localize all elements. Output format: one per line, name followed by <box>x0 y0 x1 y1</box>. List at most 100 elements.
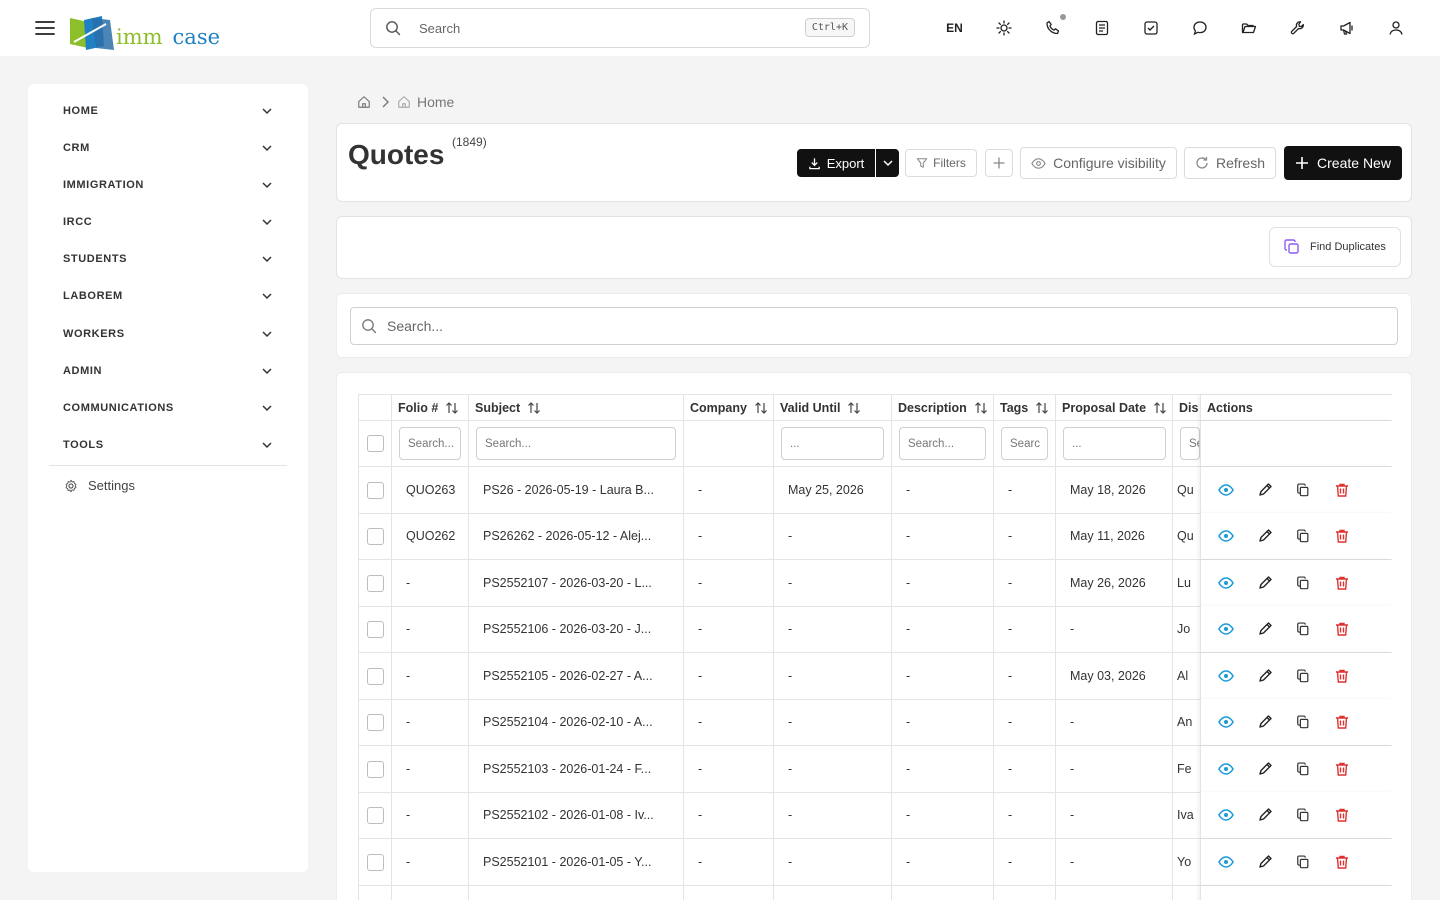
column-header-valid-until[interactable]: Valid Until <box>773 395 891 420</box>
tasks-button[interactable] <box>1126 14 1175 42</box>
table-search-input[interactable]: Search... <box>350 307 1398 345</box>
sort-icon[interactable] <box>847 401 861 415</box>
column-filter-input-description[interactable]: Search... <box>899 427 986 460</box>
duplicate-button[interactable] <box>1293 712 1313 732</box>
row-checkbox[interactable] <box>366 527 384 545</box>
logo[interactable]: imm case <box>70 10 220 50</box>
delete-button[interactable] <box>1332 573 1352 593</box>
home-icon[interactable] <box>357 95 371 109</box>
global-search-input[interactable]: Search Ctrl+K <box>370 8 870 48</box>
language-switcher[interactable]: EN <box>930 14 979 42</box>
column-filter-input-valid-until[interactable]: ... <box>781 427 884 460</box>
add-filter-button[interactable] <box>985 149 1013 177</box>
configure-visibility-button[interactable]: Configure visibility <box>1020 147 1177 179</box>
sidebar-item-tools[interactable]: TOOLS <box>63 434 273 456</box>
sidebar-item-settings[interactable]: Settings <box>64 478 135 493</box>
sidebar-item-home[interactable]: HOME <box>63 100 273 122</box>
select-all-checkbox[interactable] <box>366 435 384 452</box>
row-checkbox[interactable] <box>366 713 384 731</box>
row-checkbox[interactable] <box>366 853 384 871</box>
sort-icon[interactable] <box>1153 401 1167 415</box>
sidebar-item-workers[interactable]: WORKERS <box>63 323 273 345</box>
announcements-button[interactable] <box>1322 14 1371 42</box>
sidebar-item-communications[interactable]: COMMUNICATIONS <box>63 397 273 419</box>
export-button[interactable]: Export <box>797 149 875 177</box>
delete-button[interactable] <box>1332 805 1352 825</box>
duplicate-button[interactable] <box>1293 619 1313 639</box>
column-filter-input-tags[interactable]: Searc <box>1001 427 1048 460</box>
export-dropdown-button[interactable] <box>876 149 899 177</box>
delete-button[interactable] <box>1332 759 1352 779</box>
edit-button[interactable] <box>1255 759 1275 779</box>
duplicate-button[interactable] <box>1293 573 1313 593</box>
sort-icon[interactable] <box>445 401 459 415</box>
sidebar-item-laborem[interactable]: LABOREM <box>63 285 273 307</box>
view-button[interactable] <box>1216 852 1236 872</box>
edit-button[interactable] <box>1255 619 1275 639</box>
column-filter-input-subject[interactable]: Search... <box>476 427 676 460</box>
row-checkbox[interactable] <box>366 574 384 592</box>
sidebar-item-admin[interactable]: ADMIN <box>63 360 273 382</box>
profile-button[interactable] <box>1371 14 1420 42</box>
duplicate-button[interactable] <box>1293 852 1313 872</box>
duplicate-button[interactable] <box>1293 805 1313 825</box>
column-header-subject[interactable]: Subject <box>468 395 683 420</box>
delete-button[interactable] <box>1332 712 1352 732</box>
table-row[interactable]: QUO263 PS26 - 2026-05-19 - Laura B... - May… <box>358 467 1392 514</box>
table-row[interactable]: - PS2552101 - 2026-01-05 - Y... - - - - - Yo <box>358 839 1392 886</box>
row-checkbox[interactable] <box>366 620 384 638</box>
sidebar-item-ircc[interactable]: IRCC <box>63 211 273 233</box>
delete-button[interactable] <box>1332 619 1352 639</box>
sort-icon[interactable] <box>974 401 988 415</box>
column-header-company[interactable]: Company <box>683 395 773 420</box>
edit-button[interactable] <box>1255 573 1275 593</box>
edit-button[interactable] <box>1255 666 1275 686</box>
sidebar-item-crm[interactable]: CRM <box>63 137 273 159</box>
table-row[interactable]: - PS2552107 - 2026-03-20 - L... - - - - May 26… <box>358 560 1392 607</box>
sort-icon[interactable] <box>1035 401 1049 415</box>
delete-button[interactable] <box>1332 480 1352 500</box>
phone-button[interactable] <box>1028 14 1077 42</box>
edit-button[interactable] <box>1255 526 1275 546</box>
filters-button[interactable]: Filters <box>905 149 977 177</box>
row-checkbox[interactable] <box>366 760 384 778</box>
sidebar-item-immigration[interactable]: IMMIGRATION <box>63 174 273 196</box>
table-row[interactable]: - PS2552104 - 2026-02-10 - A... - - - - - An <box>358 699 1392 746</box>
menu-icon[interactable] <box>34 17 56 39</box>
duplicate-button[interactable] <box>1293 759 1313 779</box>
edit-button[interactable] <box>1255 712 1275 732</box>
view-button[interactable] <box>1216 480 1236 500</box>
table-row[interactable]: - PS2552105 - 2026-02-27 - A... - - - - May 03… <box>358 653 1392 700</box>
table-row[interactable]: - PS2552106 - 2026-03-20 - J... - - - - - Jo <box>358 606 1392 653</box>
delete-button[interactable] <box>1332 526 1352 546</box>
sort-icon[interactable] <box>754 401 768 415</box>
row-checkbox[interactable] <box>366 667 384 685</box>
edit-button[interactable] <box>1255 805 1275 825</box>
view-button[interactable] <box>1216 526 1236 546</box>
tools-button[interactable] <box>1273 14 1322 42</box>
column-header-folio[interactable]: Folio # <box>391 395 468 420</box>
theme-toggle-button[interactable] <box>979 14 1028 42</box>
duplicate-button[interactable] <box>1293 480 1313 500</box>
column-header-proposal-date[interactable]: Proposal Date <box>1055 395 1172 420</box>
files-button[interactable] <box>1224 14 1273 42</box>
breadcrumb-current[interactable]: Home <box>417 94 454 110</box>
notes-button[interactable] <box>1077 14 1126 42</box>
row-checkbox[interactable] <box>366 806 384 824</box>
view-button[interactable] <box>1216 666 1236 686</box>
column-header-description[interactable]: Description <box>891 395 993 420</box>
column-filter-input-folio[interactable]: Search... <box>399 427 461 460</box>
table-row[interactable]: - PS2552102 - 2026-01-08 - Iv... - - - - - Iva <box>358 792 1392 839</box>
view-button[interactable] <box>1216 759 1236 779</box>
edit-button[interactable] <box>1255 852 1275 872</box>
table-row[interactable] <box>358 886 1392 900</box>
delete-button[interactable] <box>1332 666 1352 686</box>
messages-button[interactable] <box>1175 14 1224 42</box>
find-duplicates-button[interactable]: Find Duplicates <box>1269 227 1401 267</box>
create-new-button[interactable]: Create New <box>1284 146 1402 180</box>
column-header-tags[interactable]: Tags <box>993 395 1055 420</box>
sort-icon[interactable] <box>527 401 541 415</box>
table-row[interactable]: QUO262 PS26262 - 2026-05-12 - Alej... - - - -… <box>358 513 1392 560</box>
view-button[interactable] <box>1216 573 1236 593</box>
table-row[interactable]: - PS2552103 - 2026-01-24 - F... - - - - - Fe <box>358 746 1392 793</box>
